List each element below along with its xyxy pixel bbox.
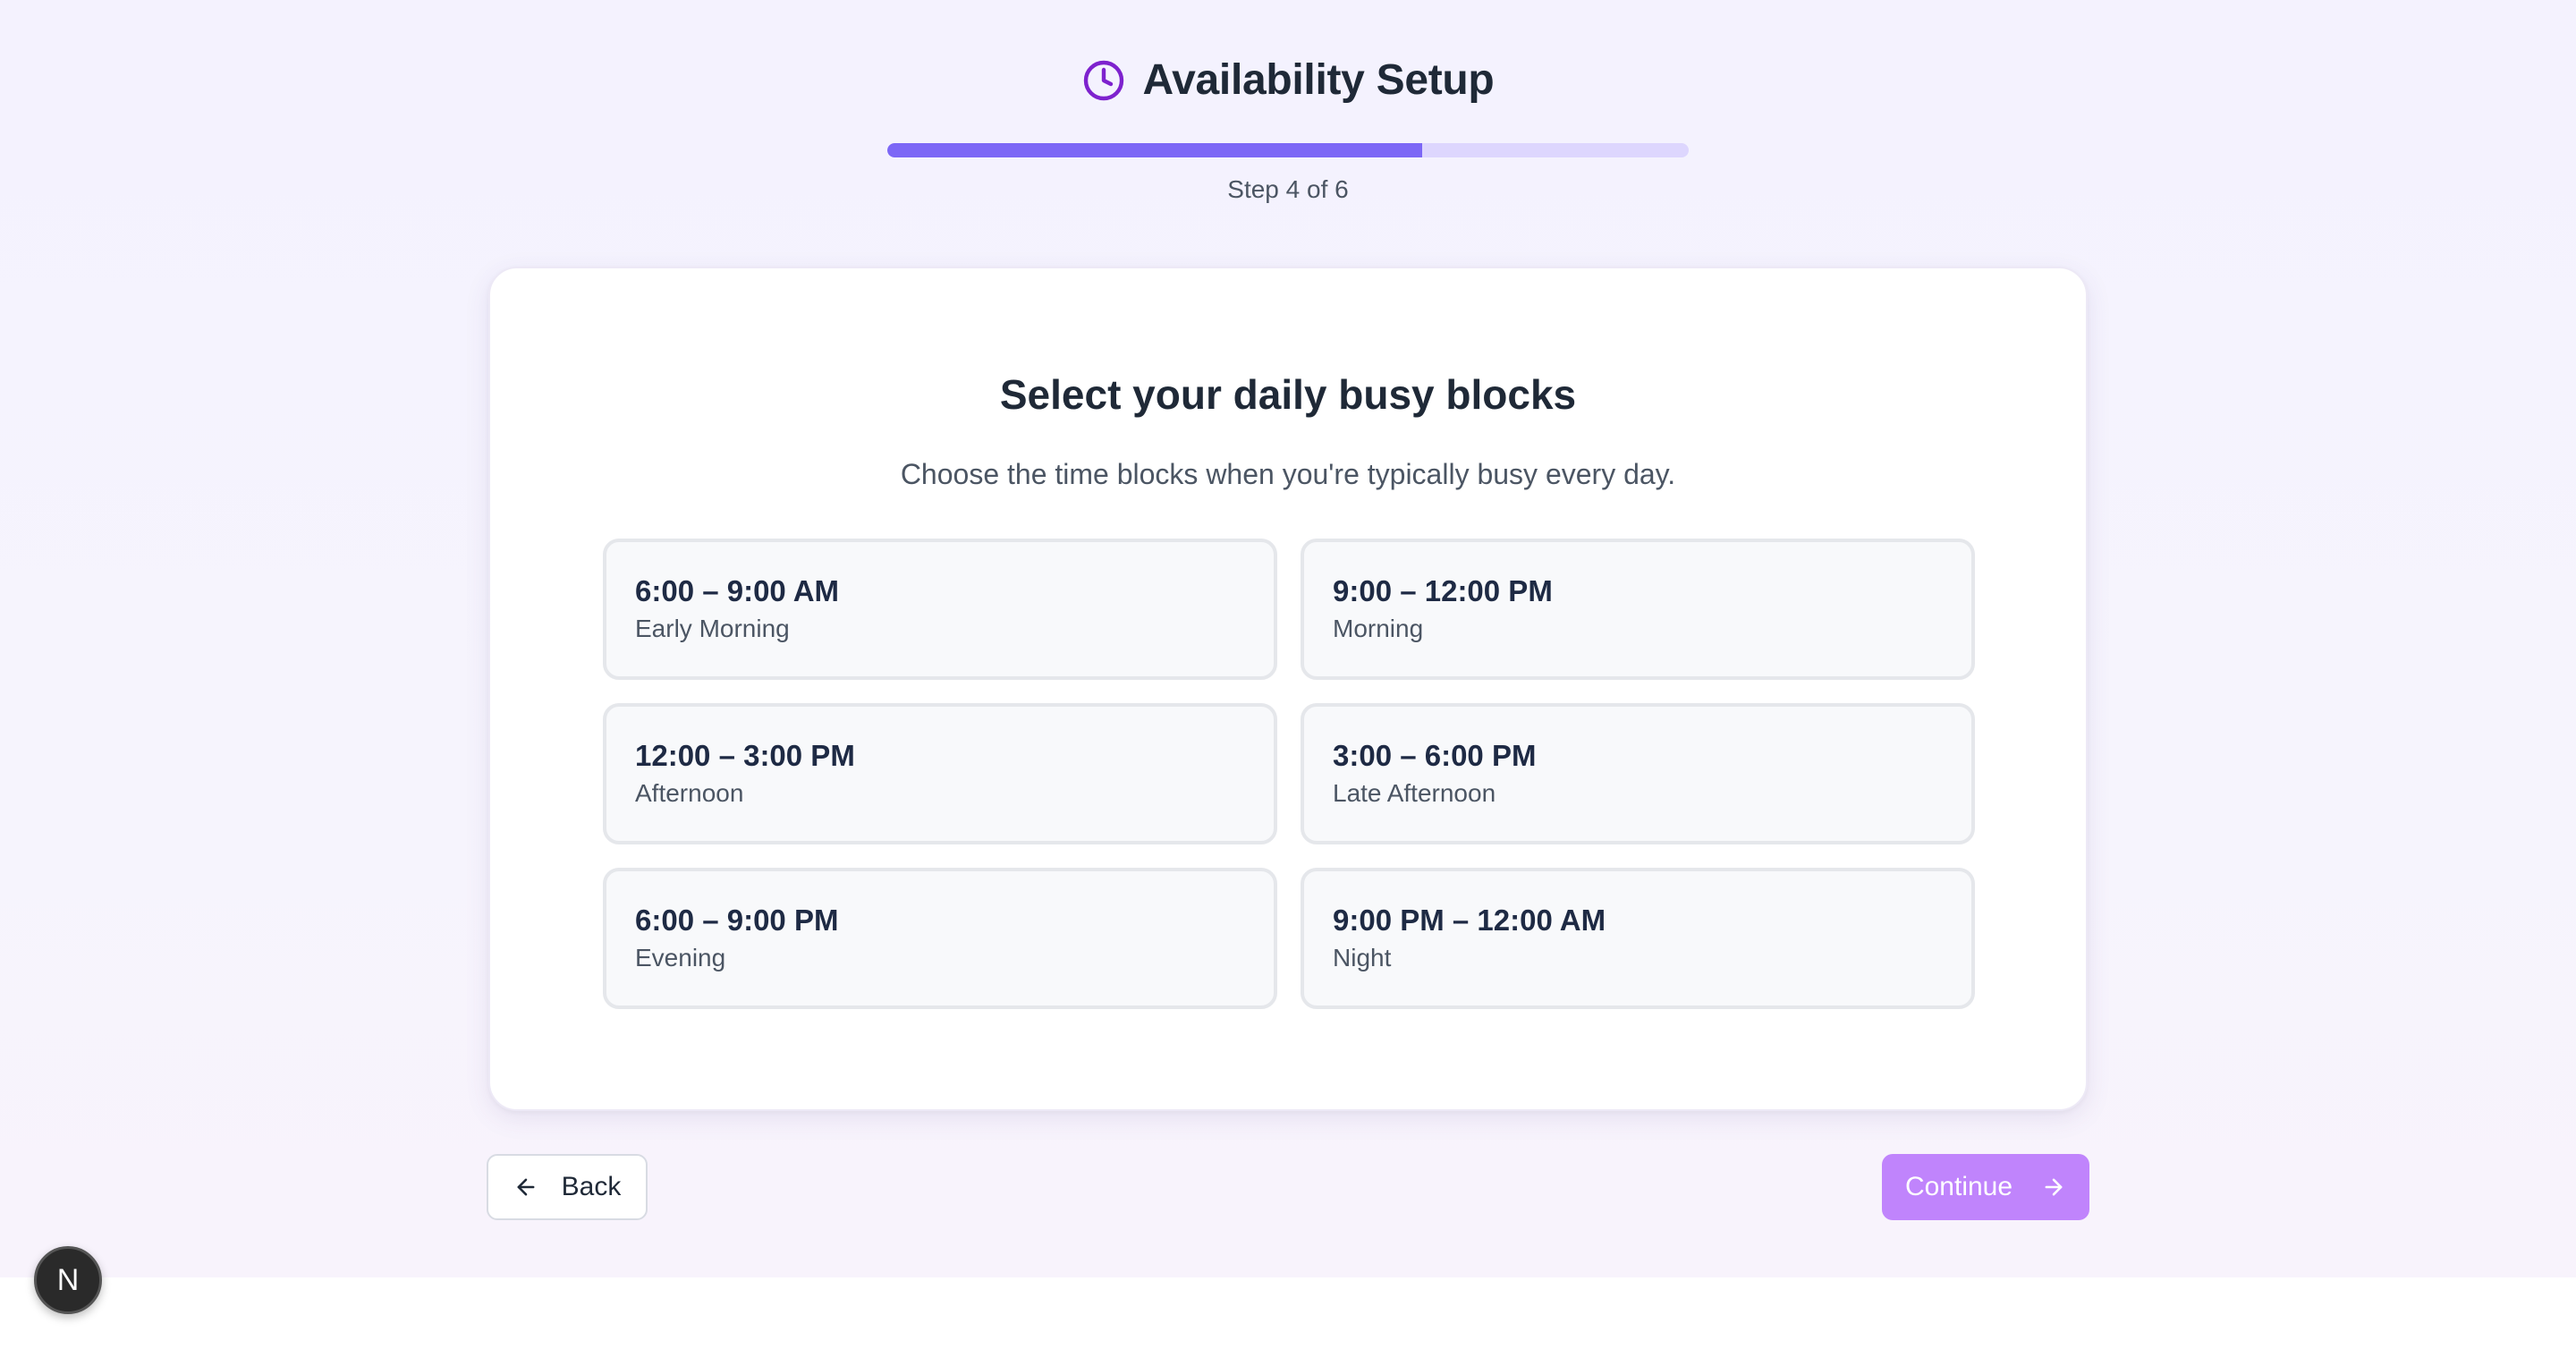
time-block-range: 3:00 – 6:00 PM	[1333, 739, 1537, 772]
step-indicator: Step 4 of 6	[1227, 175, 1349, 203]
time-block-label: Afternoon	[635, 778, 744, 807]
time-block-grid: 6:00 – 9:00 AM Early Morning 9:00 – 12:0…	[603, 539, 1975, 1009]
time-block-label: Late Afternoon	[1333, 778, 1496, 807]
dev-tools-badge[interactable]: N	[34, 1246, 102, 1314]
arrow-right-icon	[2041, 1175, 2066, 1200]
time-block-morning[interactable]: 9:00 – 12:00 PM Morning	[1301, 539, 1975, 680]
continue-button-label: Continue	[1904, 1172, 2013, 1201]
time-block-range: 9:00 – 12:00 PM	[1333, 574, 1553, 607]
card-title: Select your daily busy blocks	[999, 371, 1577, 418]
continue-button[interactable]: Continue	[1882, 1154, 2089, 1220]
busy-blocks-card: Select your daily busy blocks Choose the…	[488, 267, 2088, 1111]
time-block-range: 6:00 – 9:00 PM	[635, 904, 839, 937]
time-block-range: 12:00 – 3:00 PM	[635, 739, 855, 772]
progress-fill	[887, 143, 1422, 157]
time-block-afternoon[interactable]: 12:00 – 3:00 PM Afternoon	[603, 703, 1277, 844]
arrow-left-icon	[513, 1175, 538, 1200]
time-block-late-afternoon[interactable]: 3:00 – 6:00 PM Late Afternoon	[1301, 703, 1975, 844]
time-block-early-morning[interactable]: 6:00 – 9:00 AM Early Morning	[603, 539, 1277, 680]
time-block-night[interactable]: 9:00 PM – 12:00 AM Night	[1301, 868, 1975, 1009]
time-block-label: Morning	[1333, 614, 1424, 642]
time-block-range: 6:00 – 9:00 AM	[635, 574, 840, 607]
page-title: Availability Setup	[1142, 56, 1495, 104]
clock-icon	[1082, 59, 1125, 102]
progress-bar	[887, 143, 1689, 157]
back-button[interactable]: Back	[487, 1154, 648, 1220]
time-block-evening[interactable]: 6:00 – 9:00 PM Evening	[603, 868, 1277, 1009]
time-block-label: Night	[1333, 943, 1392, 971]
title-row: Availability Setup	[0, 55, 2576, 105]
card-subtitle: Choose the time blocks when you're typic…	[900, 458, 1676, 490]
time-block-label: Early Morning	[635, 614, 790, 642]
back-button-label: Back	[561, 1172, 622, 1201]
time-block-range: 9:00 PM – 12:00 AM	[1333, 904, 1606, 937]
time-block-label: Evening	[635, 943, 726, 971]
